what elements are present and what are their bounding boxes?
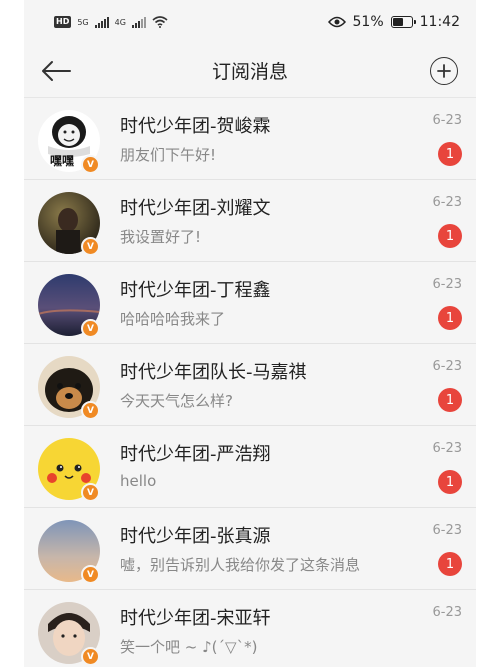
unread-badge: 1	[438, 306, 462, 330]
sender-name: 时代少年团-刘耀文	[120, 198, 271, 219]
message-date: 6-23	[432, 605, 462, 620]
message-preview: 笑一个吧 ~ ♪(´▽`*)	[120, 638, 258, 656]
status-right: 51% 11:42	[327, 14, 460, 30]
eye-icon	[327, 16, 346, 28]
unread-badge: 1	[438, 142, 462, 166]
add-button[interactable]	[430, 57, 458, 85]
sender-name: 时代少年团-贺峻霖	[120, 116, 271, 137]
signal-label-2: 4G	[114, 17, 126, 27]
message-preview: 我设置好了!	[120, 228, 202, 246]
sender-name: 时代少年团队长-马嘉祺	[120, 362, 307, 383]
plus-icon	[437, 64, 451, 78]
wifi-icon	[152, 16, 168, 28]
status-left: HD 5G 4G	[54, 16, 168, 28]
verified-badge: V	[81, 401, 100, 420]
message-date: 6-23	[432, 195, 462, 210]
battery-icon	[390, 16, 416, 28]
arrow-left-icon	[42, 61, 71, 81]
unread-badge: 1	[438, 470, 462, 494]
message-item[interactable]: V 时代少年团队长-马嘉祺 今天天气怎么样? 6-23 1	[24, 344, 476, 426]
message-item[interactable]: 嘿嘿 V 时代少年团-贺峻霖 朋友们下午好! 6-23 1	[24, 98, 476, 180]
status-bar: HD 5G 4G 51% 11:42	[24, 0, 476, 44]
phone-screen: HD 5G 4G 51% 11:42 订阅消息 嘿嘿 V 时代少年团-贺峻霖 朋…	[24, 0, 476, 667]
avatar[interactable]: V	[38, 520, 100, 584]
sender-name: 时代少年团-严浩翔	[120, 444, 271, 465]
avatar[interactable]: 嘿嘿 V	[38, 110, 100, 174]
message-preview: 今天天气怎么样?	[120, 392, 233, 410]
signal-icon-2	[131, 16, 146, 28]
signal-label-1: 5G	[77, 17, 89, 27]
sender-name: 时代少年团-张真源	[120, 526, 271, 547]
message-preview: hello	[120, 472, 157, 490]
verified-badge: V	[81, 565, 100, 584]
avatar[interactable]: V	[38, 274, 100, 338]
verified-badge: V	[81, 647, 100, 666]
verified-badge: V	[81, 155, 100, 174]
clock: 11:42	[419, 14, 460, 30]
message-date: 6-23	[432, 277, 462, 292]
message-date: 6-23	[432, 359, 462, 374]
message-preview: 朋友们下午好!	[120, 146, 217, 164]
signal-icon	[94, 16, 109, 28]
unread-badge: 1	[438, 388, 462, 412]
sender-name: 时代少年团-丁程鑫	[120, 280, 271, 301]
message-date: 6-23	[432, 523, 462, 538]
unread-badge: 1	[438, 224, 462, 248]
verified-badge: V	[81, 237, 100, 256]
avatar[interactable]: V	[38, 438, 100, 502]
avatar[interactable]: V	[38, 602, 100, 666]
avatar[interactable]: V	[38, 356, 100, 420]
back-button[interactable]	[38, 56, 74, 86]
avatar[interactable]: V	[38, 192, 100, 256]
message-item[interactable]: V 时代少年团-宋亚轩 笑一个吧 ~ ♪(´▽`*) 6-23	[24, 590, 476, 667]
message-date: 6-23	[432, 441, 462, 456]
page-title: 订阅消息	[211, 61, 288, 83]
message-preview: 嘘，别告诉别人我给你发了这条消息	[120, 556, 361, 574]
message-preview: 哈哈哈哈我来了	[120, 310, 226, 328]
message-item[interactable]: V 时代少年团-丁程鑫 哈哈哈哈我来了 6-23 1	[24, 262, 476, 344]
sender-name: 时代少年团-宋亚轩	[120, 608, 271, 629]
unread-badge: 1	[438, 552, 462, 576]
message-item[interactable]: V 时代少年团-张真源 嘘，别告诉别人我给你发了这条消息 6-23 1	[24, 508, 476, 590]
message-item[interactable]: V 时代少年团-刘耀文 我设置好了! 6-23 1	[24, 180, 476, 262]
avatar-caption: 嘿嘿	[50, 154, 75, 168]
nav-bar: 订阅消息	[24, 44, 476, 98]
battery-fill	[392, 18, 403, 26]
hd-badge: HD	[54, 16, 72, 28]
message-list: 嘿嘿 V 时代少年团-贺峻霖 朋友们下午好! 6-23 1 V 时代少年团-刘耀…	[24, 98, 476, 667]
verified-badge: V	[81, 483, 100, 502]
battery-percent: 51%	[352, 14, 384, 30]
message-item[interactable]: V 时代少年团-严浩翔 hello 6-23 1	[24, 426, 476, 508]
verified-badge: V	[81, 319, 100, 338]
message-date: 6-23	[432, 113, 462, 128]
